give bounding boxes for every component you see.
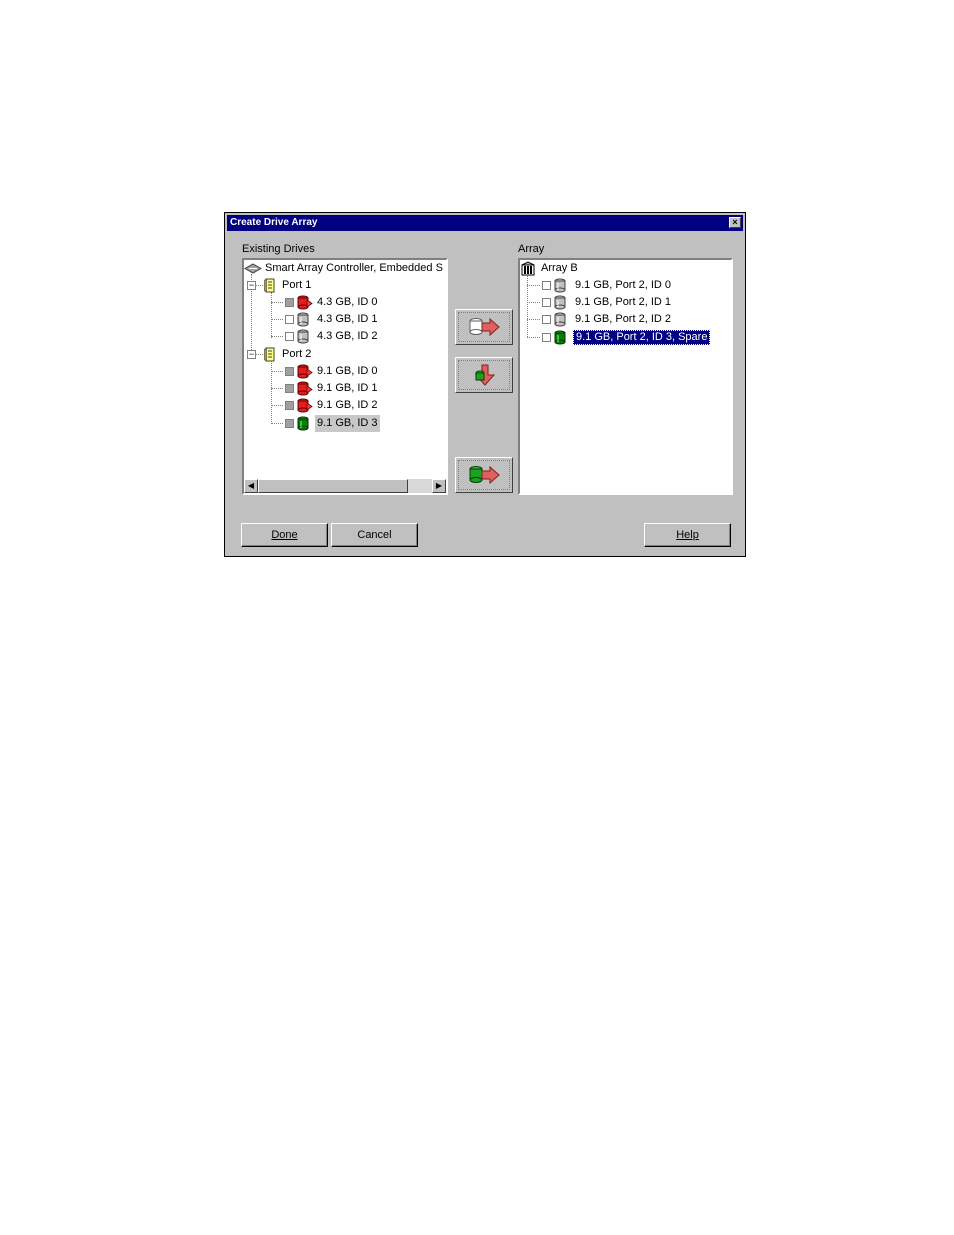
collapse-icon[interactable]: −: [247, 281, 256, 290]
add-drive-icon: [469, 317, 500, 337]
move-drive-icon: [469, 465, 500, 485]
drive-label: 9.1 GB, ID 0: [317, 365, 378, 377]
controller-icon: [244, 263, 262, 274]
dialog-title: Create Drive Array: [230, 217, 318, 228]
add-spare-button[interactable]: [455, 357, 513, 393]
tree-line: [271, 302, 283, 303]
tree-line: [527, 319, 540, 320]
drive-label: 9.1 GB, Port 2, ID 1: [575, 296, 671, 308]
tree-line: [256, 354, 263, 355]
close-button[interactable]: ×: [729, 217, 741, 228]
drive-checkbox[interactable]: [285, 401, 294, 410]
drive-icon: [554, 278, 566, 293]
drive-assigned-icon: [297, 364, 313, 379]
drive-label: 4.3 GB, ID 2: [317, 330, 378, 342]
spare-move-icon: [474, 364, 496, 386]
drive-icon: [297, 329, 309, 344]
spare-drive-icon: [297, 416, 309, 431]
spare-drive-icon: [554, 330, 566, 345]
drive-icon: [554, 295, 566, 310]
create-drive-array-dialog: Create Drive Array × Existing Drives Sma…: [224, 212, 746, 557]
tree-line: [271, 423, 283, 424]
port-icon: [264, 278, 275, 293]
tree-line: [527, 302, 540, 303]
scroll-right-icon[interactable]: ▶: [432, 479, 446, 493]
drive-assigned-icon: [297, 398, 313, 413]
tree-line: [271, 371, 283, 372]
tree-line: [271, 336, 283, 337]
drive-icon: [297, 312, 309, 327]
existing-drives-label: Existing Drives: [242, 243, 315, 255]
drive-assigned-icon: [297, 381, 313, 396]
collapse-icon[interactable]: −: [247, 350, 256, 359]
drive-label-selected: 9.1 GB, Port 2, ID 3, Spare: [573, 330, 711, 345]
port-icon: [264, 347, 275, 362]
scrollbar-thumb[interactable]: [258, 479, 408, 493]
add-drive-to-array-button[interactable]: [455, 309, 513, 345]
tree-line: [271, 319, 283, 320]
drive-checkbox[interactable]: [542, 298, 551, 307]
drive-checkbox[interactable]: [542, 315, 551, 324]
controller-label: Smart Array Controller, Embedded S: [265, 262, 443, 274]
array-name-label: Array B: [541, 262, 578, 274]
array-label: Array: [518, 243, 545, 255]
horizontal-scrollbar[interactable]: ◀ ▶: [244, 479, 446, 493]
drive-checkbox[interactable]: [285, 367, 294, 376]
drive-label: 9.1 GB, Port 2, ID 0: [575, 279, 671, 291]
drive-label: 4.3 GB, ID 0: [317, 296, 378, 308]
drive-icon: [554, 312, 566, 327]
drive-label: 9.1 GB, ID 3: [315, 415, 380, 432]
done-button[interactable]: Done: [241, 523, 328, 547]
title-bar: Create Drive Array ×: [227, 215, 743, 231]
port-label: Port 2: [282, 348, 312, 360]
tree-line: [527, 274, 528, 337]
port-label: Port 1: [282, 279, 312, 291]
tree-line: [271, 292, 272, 338]
drive-checkbox[interactable]: [285, 332, 294, 341]
drive-checkbox[interactable]: [285, 298, 294, 307]
remove-drive-button[interactable]: [455, 457, 513, 493]
tree-line: [256, 285, 263, 286]
tree-line: [527, 285, 540, 286]
drive-label: 9.1 GB, ID 1: [317, 382, 378, 394]
drive-checkbox[interactable]: [542, 281, 551, 290]
drive-checkbox[interactable]: [285, 384, 294, 393]
drive-checkbox[interactable]: [542, 333, 551, 342]
tree-line: [271, 405, 283, 406]
array-icon: [521, 261, 535, 276]
cancel-button[interactable]: Cancel: [331, 523, 418, 547]
drive-assigned-icon: [297, 295, 313, 310]
array-tree[interactable]: Array B 9.1 GB, Port 2, ID 0 9.1 GB, Por…: [518, 258, 733, 495]
tree-line: [271, 388, 283, 389]
tree-line: [527, 337, 540, 338]
drive-label: 9.1 GB, ID 2: [317, 399, 378, 411]
drive-label: 4.3 GB, ID 1: [317, 313, 378, 325]
drive-checkbox[interactable]: [285, 315, 294, 324]
drive-label: 9.1 GB, Port 2, ID 2: [575, 313, 671, 325]
existing-drives-tree[interactable]: Smart Array Controller, Embedded S − Por…: [242, 258, 448, 495]
scroll-left-icon[interactable]: ◀: [244, 479, 258, 493]
drive-checkbox[interactable]: [285, 419, 294, 428]
help-button[interactable]: Help: [644, 523, 731, 547]
